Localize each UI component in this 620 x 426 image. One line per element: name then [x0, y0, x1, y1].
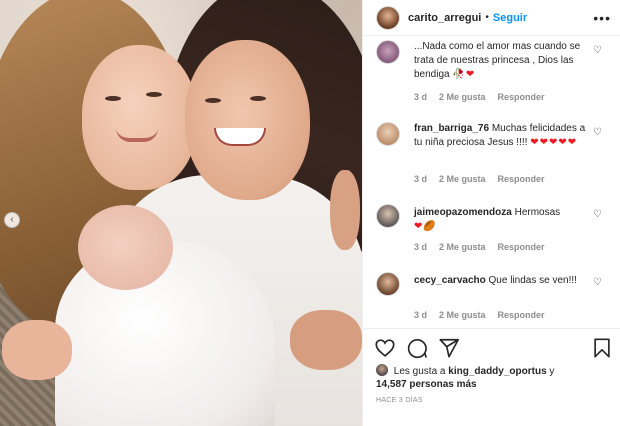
photo-eye: [105, 96, 121, 101]
share-send-icon[interactable]: [438, 337, 460, 359]
comment-avatar[interactable]: [376, 40, 400, 64]
comment-likes[interactable]: 2 Me gusta: [439, 310, 486, 320]
comment-reply-button[interactable]: Responder: [498, 310, 545, 320]
comment-age[interactable]: 3 d: [414, 242, 427, 252]
post-photo[interactable]: ‹: [0, 0, 362, 426]
carousel-prev-icon[interactable]: ‹: [4, 212, 20, 228]
comment-likes[interactable]: 2 Me gusta: [439, 242, 486, 252]
comment-bubble-icon[interactable]: [406, 337, 428, 359]
comment-age[interactable]: 3 d: [414, 310, 427, 320]
photo-eye: [205, 98, 221, 103]
comment-like-heart-icon[interactable]: ♡: [593, 278, 603, 288]
more-options-icon[interactable]: •••: [593, 10, 611, 26]
comment-username[interactable]: jaimeopazomendoza: [414, 207, 512, 218]
likes-connector: y: [549, 366, 555, 377]
comment-emoji: 🥀❤: [452, 69, 476, 80]
photo-girl-face: [82, 45, 197, 190]
photo-baby-face: [78, 205, 173, 290]
author-username[interactable]: carito_arregui: [408, 12, 481, 24]
comment-age[interactable]: 3 d: [414, 92, 427, 102]
comment-like-heart-icon[interactable]: ♡: [593, 46, 603, 56]
author-avatar[interactable]: [376, 5, 400, 30]
liker-avatar[interactable]: [376, 364, 388, 376]
likes-summary: Les gusta a king_daddy_oportus y 14,587 …: [376, 364, 611, 391]
comment-age[interactable]: 3 d: [414, 174, 427, 184]
comment-body: Que lindas se ven!!!: [488, 275, 577, 286]
comment-likes[interactable]: 2 Me gusta: [439, 92, 486, 102]
comment-meta: 3 d 2 Me gusta Responder: [414, 310, 545, 320]
photo-eye: [146, 92, 162, 97]
comments-list[interactable]: ...Nada como el amor mas cuando se trata…: [363, 36, 620, 328]
comment-username[interactable]: cecy_carvacho: [414, 275, 486, 286]
photo-eye: [250, 96, 266, 101]
comment-text: jaimeopazomendoza Hermosas ❤🏉: [414, 206, 594, 234]
photo-hand: [2, 320, 72, 380]
comment-emoji: ❤❤❤❤❤: [530, 137, 578, 148]
comment-avatar[interactable]: [376, 272, 400, 296]
comment-likes[interactable]: 2 Me gusta: [439, 174, 486, 184]
comment-avatar[interactable]: [376, 204, 400, 228]
comment-text: fran_barriga_76 Muchas felicidades a tu …: [414, 122, 594, 150]
photo-woman-face: [185, 40, 310, 200]
follow-button[interactable]: Seguir: [493, 12, 527, 24]
save-bookmark-icon[interactable]: [591, 337, 613, 359]
likes-prefix: Les gusta a: [393, 366, 446, 377]
post-action-bar: [363, 328, 620, 366]
comment-like-heart-icon[interactable]: ♡: [593, 210, 603, 220]
comment-text: cecy_carvacho Que lindas se ven!!!: [414, 274, 594, 288]
post-header: carito_arregui • Seguir •••: [363, 0, 620, 36]
comment-reply-button[interactable]: Responder: [498, 92, 545, 102]
comment-emoji: ❤🏉: [414, 221, 437, 232]
photo-hand: [330, 170, 360, 250]
likes-count[interactable]: 14,587 personas más: [376, 379, 477, 390]
comment-like-heart-icon[interactable]: ♡: [593, 128, 603, 138]
comment-reply-button[interactable]: Responder: [498, 242, 545, 252]
comment-avatar[interactable]: [376, 122, 400, 146]
post-side-panel: carito_arregui • Seguir ••• ...Nada como…: [362, 0, 620, 426]
comment-meta: 3 d 2 Me gusta Responder: [414, 242, 545, 252]
comment-username[interactable]: fran_barriga_76: [414, 123, 489, 134]
comment-meta: 3 d 2 Me gusta Responder: [414, 92, 545, 102]
post-timestamp[interactable]: HACE 3 DÍAS: [376, 397, 423, 404]
comment-meta: 3 d 2 Me gusta Responder: [414, 174, 545, 184]
liker-username[interactable]: king_daddy_oportus: [448, 366, 546, 377]
comment-text: ...Nada como el amor mas cuando se trata…: [414, 40, 594, 82]
comment-reply-button[interactable]: Responder: [498, 174, 545, 184]
header-separator: •: [485, 12, 489, 23]
photo-hand: [290, 310, 362, 370]
comment-body: ...Nada como el amor mas cuando se trata…: [414, 41, 581, 80]
comment-body: Hermosas: [514, 207, 561, 218]
like-heart-icon[interactable]: [374, 337, 396, 359]
